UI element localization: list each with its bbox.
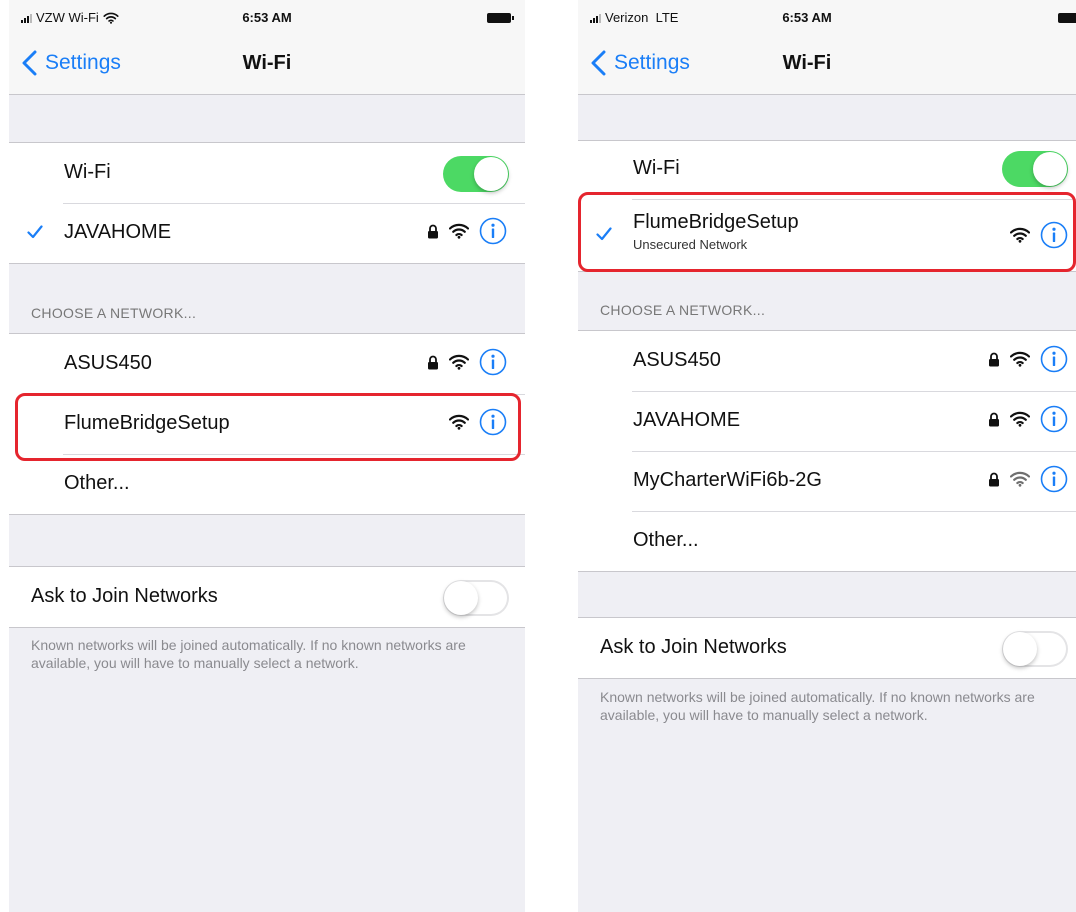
info-icon[interactable] [479, 408, 507, 436]
network-icons [427, 217, 507, 245]
network-name: ASUS450 [64, 352, 152, 374]
wifi-toggle-row: Wi-Fi [578, 141, 1076, 199]
navigation-bar: Settings Wi-Fi [578, 36, 1076, 95]
checkmark-icon [596, 227, 612, 241]
network-icons [449, 408, 507, 436]
ask-to-join-group: Ask to Join Networks [9, 566, 525, 628]
network-icons [427, 348, 507, 376]
info-icon[interactable] [1040, 345, 1068, 373]
wifi-toggle[interactable] [443, 156, 509, 192]
section-header: CHOOSE A NETWORK... [31, 305, 197, 321]
ask-to-join-group: Ask to Join Networks [578, 617, 1076, 679]
ask-to-join-label: Ask to Join Networks [600, 636, 787, 658]
connected-network-name: JAVAHOME [64, 221, 172, 243]
network-row[interactable]: ASUS450 [578, 331, 1076, 391]
settings-screen-left: VZW Wi-Fi 6:53 AM Settings Wi-Fi Wi-Fi J… [9, 0, 525, 912]
connected-network-subtitle: Unsecured Network [633, 237, 748, 252]
settings-screen-right: Verizon LTE 6:53 AM Settings Wi-Fi Wi-Fi… [578, 0, 1076, 912]
lock-icon [988, 352, 1000, 367]
wifi-toggle-label: Wi-Fi [633, 157, 680, 179]
network-row[interactable]: FlumeBridgeSetup [9, 394, 525, 454]
wifi-signal-icon [1010, 411, 1030, 427]
connected-network-name: FlumeBridgeSetup [633, 211, 799, 233]
wifi-signal-icon [1010, 227, 1030, 243]
info-icon[interactable] [1040, 405, 1068, 433]
footnote-text: Known networks will be joined automatica… [31, 637, 466, 671]
connected-network-row[interactable]: JAVAHOME [9, 203, 525, 263]
info-icon[interactable] [479, 348, 507, 376]
network-row[interactable]: MyCharterWiFi6b-2G [578, 451, 1076, 511]
status-time: 6:53 AM [782, 10, 832, 25]
network-icons [988, 345, 1068, 373]
info-icon[interactable] [1040, 465, 1068, 493]
network-icons [988, 465, 1068, 493]
wifi-toggle-row: Wi-Fi [9, 143, 525, 203]
other-label: Other... [633, 529, 699, 551]
network-name: ASUS450 [633, 349, 721, 371]
battery-icon [487, 13, 514, 23]
lock-icon [427, 355, 439, 370]
navigation-bar: Settings Wi-Fi [9, 36, 525, 95]
ask-to-join-row: Ask to Join Networks [9, 567, 525, 627]
network-icons [1010, 221, 1068, 249]
connected-network-row[interactable]: FlumeBridgeSetup Unsecured Network [578, 199, 1076, 271]
toggle-knob [474, 157, 508, 191]
toggle-knob [1003, 632, 1037, 666]
wifi-signal-icon [449, 354, 469, 370]
toggle-knob [1033, 152, 1067, 186]
lock-icon [988, 412, 1000, 427]
network-name: FlumeBridgeSetup [64, 412, 230, 434]
footnote-text: Known networks will be joined automatica… [600, 689, 1035, 723]
network-name: MyCharterWiFi6b-2G [633, 469, 822, 491]
wifi-signal-icon [449, 414, 469, 430]
status-time: 6:53 AM [242, 10, 292, 25]
ask-to-join-toggle[interactable] [443, 580, 509, 616]
toggle-knob [444, 581, 478, 615]
other-network-row[interactable]: Other... [9, 454, 525, 514]
page-title: Wi-Fi [242, 52, 292, 74]
wifi-signal-icon [449, 223, 469, 239]
status-bar: Verizon LTE 6:53 AM [578, 0, 1076, 36]
wifi-toggle-label: Wi-Fi [64, 161, 111, 183]
networks-group: ASUS450 FlumeBridgeSetup Other... [9, 333, 525, 515]
wifi-group: Wi-Fi JAVAHOME [9, 142, 525, 264]
other-network-row[interactable]: Other... [578, 511, 1076, 571]
battery-icon [1058, 13, 1076, 23]
networks-group: ASUS450 JAVAHOME MyCharterWiFi6b-2G Othe… [578, 330, 1076, 572]
page-title: Wi-Fi [782, 52, 832, 74]
network-row[interactable]: ASUS450 [9, 334, 525, 394]
status-bar: VZW Wi-Fi 6:53 AM [9, 0, 525, 36]
section-header: CHOOSE A NETWORK... [600, 302, 766, 318]
info-icon[interactable] [1040, 221, 1068, 249]
other-label: Other... [64, 472, 130, 494]
network-name: JAVAHOME [633, 409, 741, 431]
checkmark-icon [27, 225, 43, 239]
wifi-signal-icon [1010, 471, 1030, 487]
ask-to-join-row: Ask to Join Networks [578, 618, 1076, 678]
wifi-signal-icon [1010, 351, 1030, 367]
lock-icon [427, 224, 439, 239]
wifi-toggle[interactable] [1002, 151, 1068, 187]
info-icon[interactable] [479, 217, 507, 245]
ask-to-join-label: Ask to Join Networks [31, 585, 218, 607]
network-row[interactable]: JAVAHOME [578, 391, 1076, 451]
lock-icon [988, 472, 1000, 487]
wifi-group: Wi-Fi FlumeBridgeSetup Unsecured Network [578, 140, 1076, 272]
network-icons [988, 405, 1068, 433]
ask-to-join-toggle[interactable] [1002, 631, 1068, 667]
